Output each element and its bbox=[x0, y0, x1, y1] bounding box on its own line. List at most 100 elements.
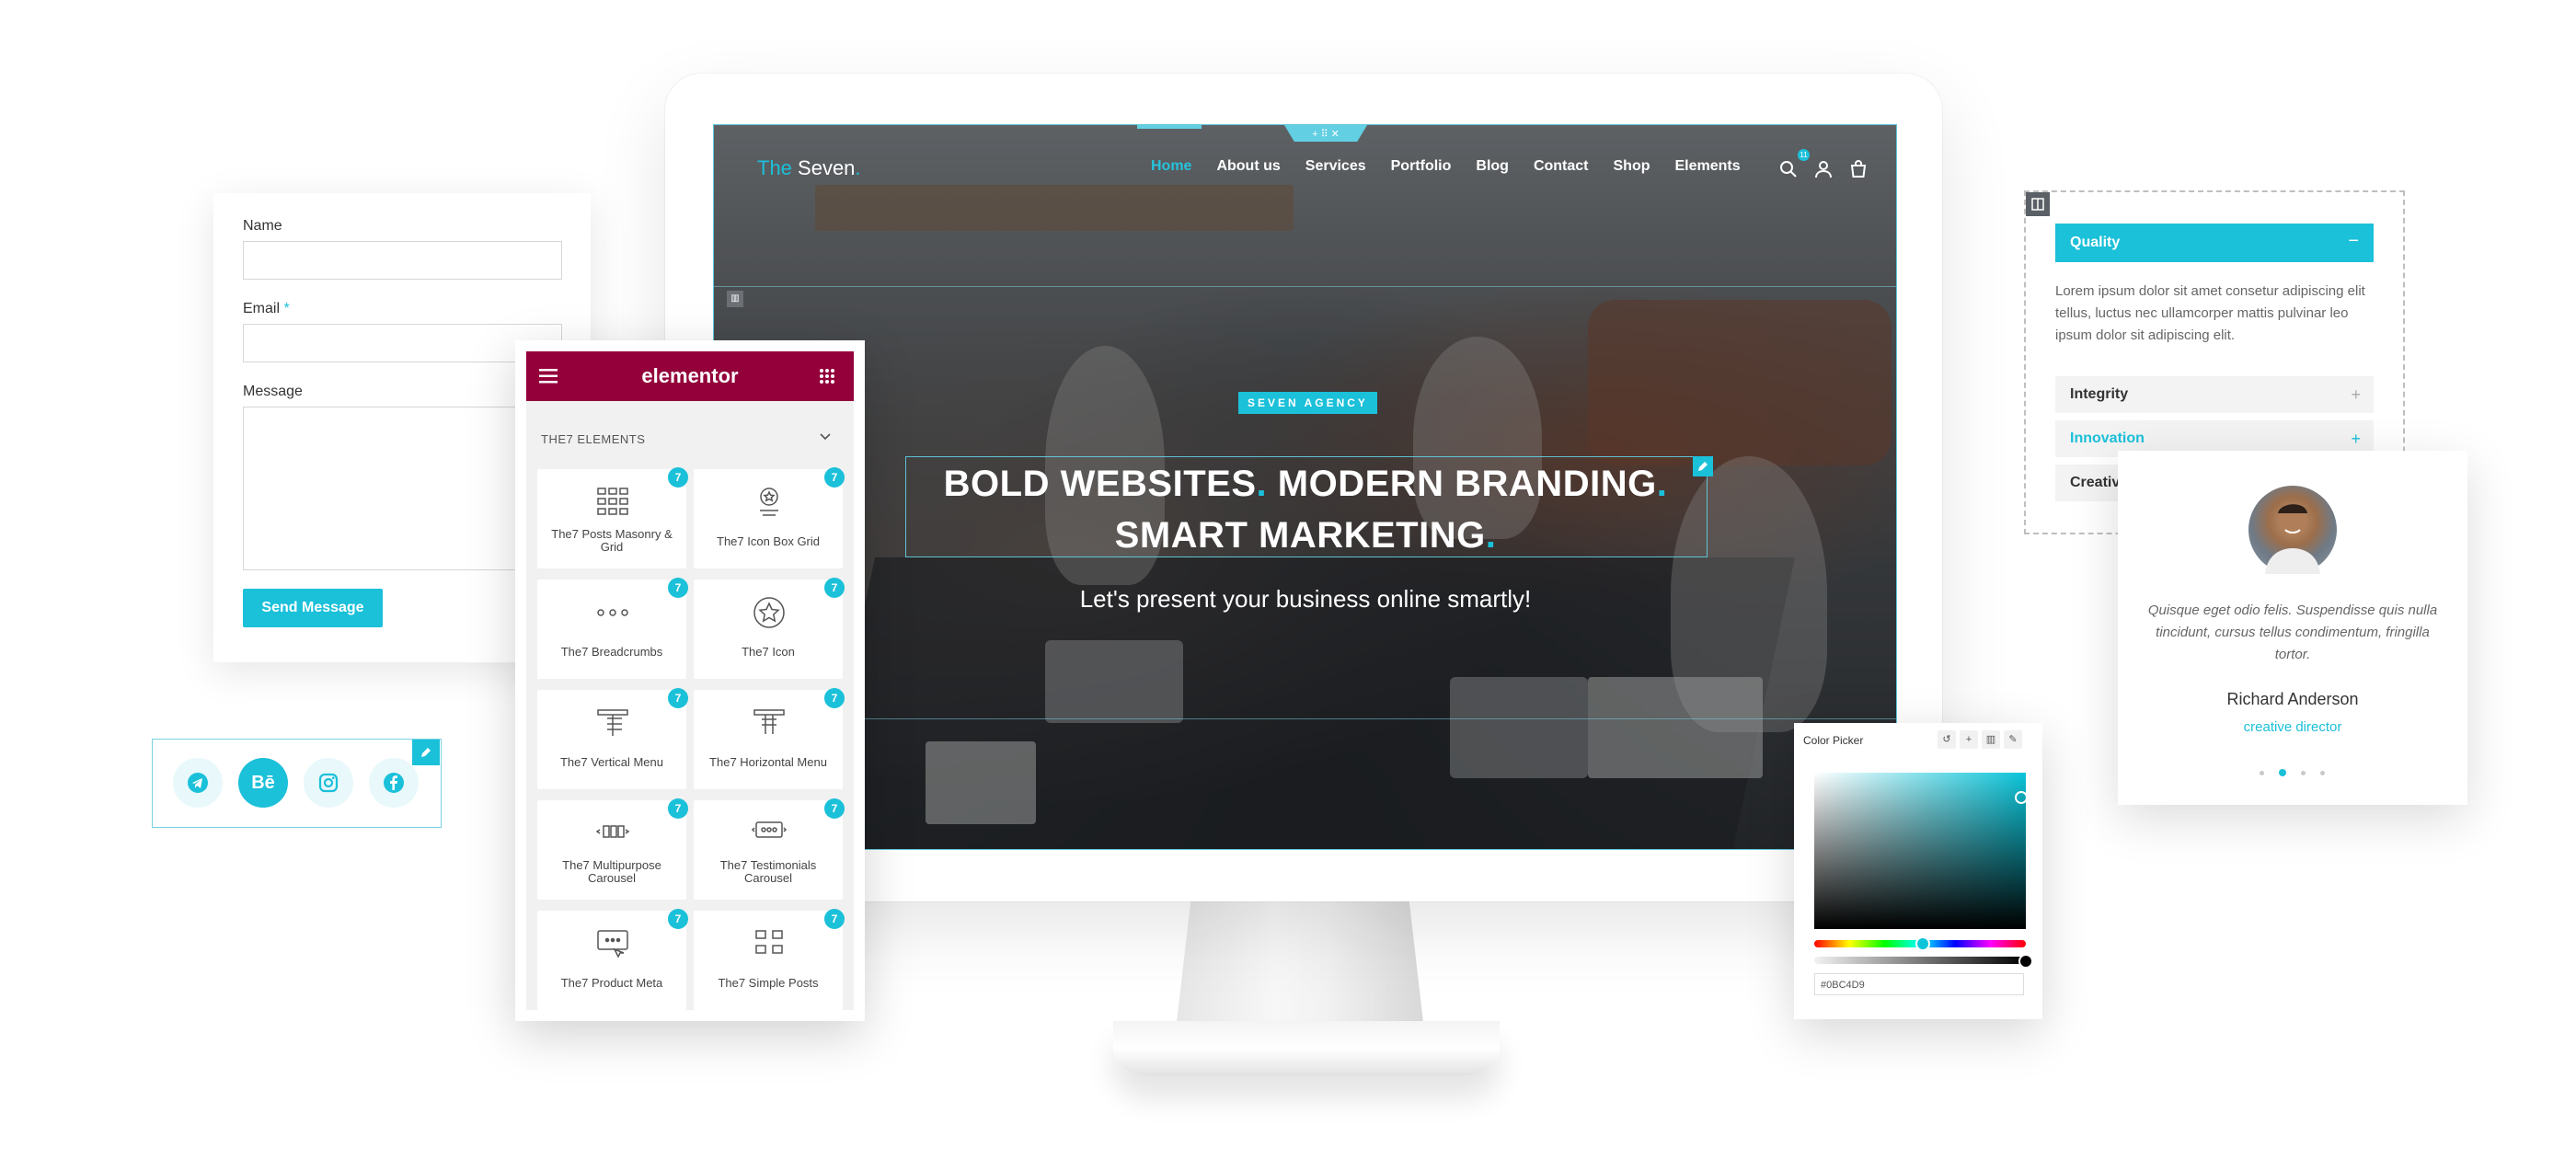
widget-posts-masonry[interactable]: 7 The7 Posts Masonry & Grid bbox=[537, 467, 688, 568]
widget-vertical-menu[interactable]: 7 The7 Vertical Menu bbox=[537, 688, 688, 789]
cart-count-badge: 11 bbox=[1798, 149, 1810, 161]
widget-label: The7 Vertical Menu bbox=[559, 755, 663, 769]
widget-label: The7 Icon bbox=[742, 645, 795, 659]
accordion-item-quality[interactable]: Quality − bbox=[2055, 224, 2374, 262]
saturation-handle[interactable] bbox=[2015, 791, 2028, 804]
nav-services[interactable]: Services bbox=[1305, 158, 1366, 175]
facebook-icon[interactable] bbox=[369, 758, 419, 808]
behance-icon[interactable]: Bē bbox=[238, 758, 288, 808]
minus-icon: − bbox=[2348, 231, 2359, 251]
telegram-icon[interactable] bbox=[173, 758, 223, 808]
widget-label: The7 Breadcrumbs bbox=[560, 645, 663, 659]
alpha-handle[interactable] bbox=[2018, 954, 2033, 969]
simple-posts-icon bbox=[755, 930, 783, 954]
widget-multipurpose-carousel[interactable]: 7 The7 Multipurpose Carousel bbox=[537, 798, 688, 900]
testimonial-quote: Quisque eget odio felis. Suspendisse qui… bbox=[2147, 602, 2438, 662]
nav-portfolio[interactable]: Portfolio bbox=[1391, 158, 1452, 175]
edit-pencil-icon[interactable] bbox=[412, 740, 440, 765]
column-handle-icon[interactable] bbox=[2026, 192, 2050, 216]
grid-icon bbox=[597, 488, 628, 515]
widget-label: The7 Testimonials Carousel bbox=[719, 858, 817, 885]
apps-grid-icon[interactable] bbox=[819, 368, 835, 389]
the7-badge: 7 bbox=[668, 798, 688, 819]
widget-label: The7 Multipurpose Carousel bbox=[562, 858, 661, 885]
hue-slider[interactable] bbox=[1814, 936, 2026, 951]
widget-label: The7 Icon Box Grid bbox=[717, 534, 820, 548]
carousel-icon bbox=[595, 825, 630, 838]
the7-badge: 7 bbox=[824, 688, 845, 708]
nav-home[interactable]: Home bbox=[1151, 158, 1191, 175]
widget-simple-posts[interactable]: 7 The7 Simple Posts bbox=[694, 909, 845, 1010]
accordion-item-integrity[interactable]: Integrity + bbox=[2055, 376, 2374, 413]
hex-input[interactable]: #0BC4D9 bbox=[1814, 973, 2024, 995]
eyedropper-icon[interactable]: ✎ bbox=[2004, 730, 2022, 749]
horizontal-menu-icon bbox=[753, 709, 785, 734]
add-icon[interactable]: + bbox=[1960, 730, 1978, 749]
the7-badge: 7 bbox=[668, 467, 688, 488]
search-icon[interactable] bbox=[1779, 160, 1798, 178]
site-logo[interactable]: The Seven. bbox=[757, 156, 861, 180]
testimonial-card: Quisque eget odio felis. Suspendisse qui… bbox=[2118, 451, 2467, 805]
cart-icon[interactable] bbox=[1849, 160, 1868, 178]
hero-badge: SEVEN AGENCY bbox=[1238, 392, 1377, 414]
testimonial-name: Richard Anderson bbox=[2226, 690, 2359, 708]
star-icon bbox=[753, 597, 785, 628]
swatches-icon[interactable]: ▥ bbox=[1982, 730, 2000, 749]
widget-icon[interactable]: 7 The7 Icon bbox=[694, 578, 845, 679]
widget-icon-box-grid[interactable]: 7 The7 Icon Box Grid bbox=[694, 467, 845, 568]
alpha-slider[interactable] bbox=[1814, 954, 2033, 969]
monitor-base bbox=[1113, 1021, 1500, 1076]
user-icon[interactable] bbox=[1814, 160, 1833, 178]
hue-handle[interactable] bbox=[1915, 936, 1930, 951]
reset-icon[interactable]: ↺ bbox=[1938, 730, 1956, 749]
nav-blog[interactable]: Blog bbox=[1476, 158, 1509, 175]
send-message-button[interactable]: Send Message bbox=[243, 589, 383, 627]
accordion-title: Innovation bbox=[2070, 430, 2145, 446]
hero-headline: BOLD WEBSITES. MODERN BRANDING. SMART MA… bbox=[943, 464, 1668, 556]
widget-breadcrumbs[interactable]: 7 The7 Breadcrumbs bbox=[537, 578, 688, 679]
name-field[interactable] bbox=[243, 241, 562, 280]
nav-contact[interactable]: Contact bbox=[1534, 158, 1589, 175]
color-picker-title: Color Picker bbox=[1803, 734, 1864, 747]
column-handle-icon[interactable]: ▥ bbox=[727, 291, 743, 307]
widget-product-meta[interactable]: 7 The7 Product Meta bbox=[537, 909, 688, 1010]
widget-label: The7 Horizontal Menu bbox=[709, 755, 827, 769]
email-label: Email * bbox=[243, 301, 290, 316]
testimonials-icon bbox=[751, 821, 788, 838]
section-tab[interactable] bbox=[1137, 125, 1202, 129]
avatar bbox=[2248, 486, 2337, 574]
accordion-title: Integrity bbox=[2070, 386, 2129, 402]
nav-about[interactable]: About us bbox=[1216, 158, 1280, 175]
breadcrumbs-icon bbox=[597, 609, 628, 616]
chevron-down-icon[interactable] bbox=[819, 430, 832, 448]
color-picker: Color Picker ↺ + ▥ ✎ #0BC4D9 bbox=[1794, 723, 2042, 1019]
widget-horizontal-menu[interactable]: 7 The7 Horizontal Menu bbox=[694, 688, 845, 789]
widget-label: The7 Simple Posts bbox=[718, 976, 819, 990]
message-label: Message bbox=[243, 384, 303, 399]
nav-elements[interactable]: Elements bbox=[1675, 158, 1741, 175]
widget-testimonials-carousel[interactable]: 7 The7 Testimonials Carousel bbox=[694, 798, 845, 900]
email-field[interactable] bbox=[243, 324, 562, 362]
website-preview: + ⠿ ✕ ▥ The Seven. Home About us Service… bbox=[713, 124, 1897, 850]
section-handle-top[interactable]: + ⠿ ✕ bbox=[1284, 125, 1367, 142]
accordion-title: Quality bbox=[2070, 235, 2121, 250]
elementor-logo: elementor bbox=[641, 364, 739, 387]
product-meta-icon bbox=[597, 930, 628, 958]
plus-icon: + bbox=[2351, 430, 2361, 448]
message-field[interactable] bbox=[243, 407, 562, 570]
elements-section-title[interactable]: THE7 ELEMENTS bbox=[541, 432, 645, 446]
testimonial-role: creative director bbox=[2243, 719, 2342, 735]
saturation-area[interactable] bbox=[1814, 773, 2028, 929]
elementor-panel: elementor THE7 ELEMENTS 7 The7 Posts Mas… bbox=[515, 340, 865, 1021]
icon-box-icon bbox=[760, 488, 778, 516]
nav-shop[interactable]: Shop bbox=[1614, 158, 1650, 175]
carousel-pagination bbox=[2260, 769, 2325, 776]
pagination-dot[interactable] bbox=[2301, 770, 2306, 775]
instagram-icon[interactable] bbox=[304, 758, 353, 808]
pagination-dot-active[interactable] bbox=[2279, 769, 2286, 776]
pagination-dot[interactable] bbox=[2320, 770, 2325, 775]
edit-pencil-icon[interactable] bbox=[1693, 456, 1713, 476]
the7-badge: 7 bbox=[824, 798, 845, 819]
section-handle-controls[interactable]: + ⠿ ✕ bbox=[1312, 128, 1340, 140]
pagination-dot[interactable] bbox=[2260, 770, 2264, 775]
